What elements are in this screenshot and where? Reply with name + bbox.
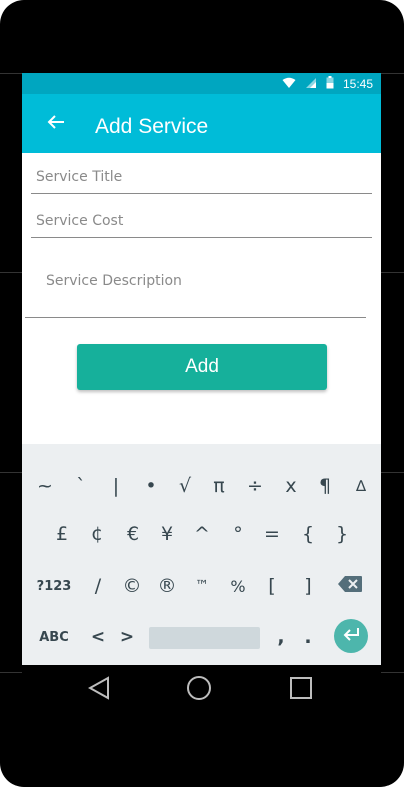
keyboard-row-4: ABC < > , .: [22, 617, 381, 657]
key[interactable]: ®: [155, 566, 179, 606]
key[interactable]: {: [296, 514, 320, 554]
app-bar: Add Service: [22, 94, 381, 153]
abc-key[interactable]: ABC: [34, 617, 74, 657]
key[interactable]: ÷: [243, 466, 267, 506]
wifi-icon: [282, 77, 296, 92]
service-title-field[interactable]: [31, 169, 372, 194]
key[interactable]: ¢: [85, 514, 109, 554]
keyboard-row-1: ~ ` | • √ π ÷ x ¶ ∆: [22, 466, 381, 506]
key[interactable]: |: [104, 466, 128, 506]
key[interactable]: ∆: [349, 466, 373, 506]
key[interactable]: x: [279, 466, 303, 506]
key[interactable]: ¶: [313, 466, 337, 506]
key[interactable]: [: [260, 566, 284, 606]
battery-icon: [326, 76, 334, 92]
nav-back-button[interactable]: [84, 675, 114, 705]
page-title: Add Service: [95, 115, 209, 138]
key[interactable]: €: [121, 514, 145, 554]
service-title-input[interactable]: [36, 169, 372, 185]
service-cost-field[interactable]: [31, 213, 372, 238]
service-description-input[interactable]: [46, 273, 366, 289]
key[interactable]: }: [330, 514, 354, 554]
nav-home-button[interactable]: [184, 675, 214, 705]
arrow-back-icon: [46, 114, 66, 135]
back-button[interactable]: [42, 110, 70, 138]
key[interactable]: ,: [269, 617, 293, 657]
nav-recents-button[interactable]: [286, 675, 316, 705]
status-time: 15:45: [342, 76, 373, 91]
keyboard-row-3: ?123 / © ® ™ % [ ]: [22, 566, 381, 606]
backspace-icon: [338, 575, 362, 597]
key[interactable]: ^: [190, 514, 214, 554]
key[interactable]: <: [86, 617, 110, 657]
keyboard: ~ ` | • √ π ÷ x ¶ ∆ £ ¢ € ¥ ^ ° = { } ?1…: [22, 444, 381, 665]
key[interactable]: >: [115, 617, 139, 657]
key[interactable]: ™: [190, 566, 214, 606]
key[interactable]: °: [226, 514, 250, 554]
key[interactable]: √: [173, 466, 197, 506]
navigation-bar: [22, 665, 381, 715]
enter-icon: [342, 627, 360, 646]
signal-icon: [305, 77, 317, 92]
key[interactable]: ~: [33, 466, 57, 506]
service-description-field[interactable]: [25, 273, 366, 318]
add-button[interactable]: Add: [77, 344, 327, 390]
key[interactable]: %: [226, 566, 250, 606]
key[interactable]: .: [296, 617, 320, 657]
space-key[interactable]: [149, 627, 260, 649]
key[interactable]: `: [69, 466, 93, 506]
key[interactable]: £: [50, 514, 74, 554]
enter-key[interactable]: [334, 619, 368, 653]
service-cost-input[interactable]: [36, 213, 372, 229]
status-bar: 15:45: [22, 73, 381, 94]
key[interactable]: /: [86, 566, 110, 606]
symbols-key[interactable]: ?123: [34, 566, 74, 606]
nav-back-icon: [87, 675, 110, 705]
app-screen: 15:45 Add Service Add ~ ` | • √ π ÷ x ¶ …: [22, 73, 381, 665]
key[interactable]: =: [260, 514, 284, 554]
nav-home-icon: [186, 675, 212, 706]
nav-recents-icon: [290, 676, 312, 704]
backspace-key[interactable]: [335, 566, 365, 606]
key[interactable]: ¥: [155, 514, 179, 554]
key[interactable]: ©: [120, 566, 144, 606]
key[interactable]: ]: [296, 566, 320, 606]
key[interactable]: •: [139, 466, 163, 506]
keyboard-row-2: £ ¢ € ¥ ^ ° = { }: [22, 514, 381, 554]
key[interactable]: π: [207, 466, 231, 506]
